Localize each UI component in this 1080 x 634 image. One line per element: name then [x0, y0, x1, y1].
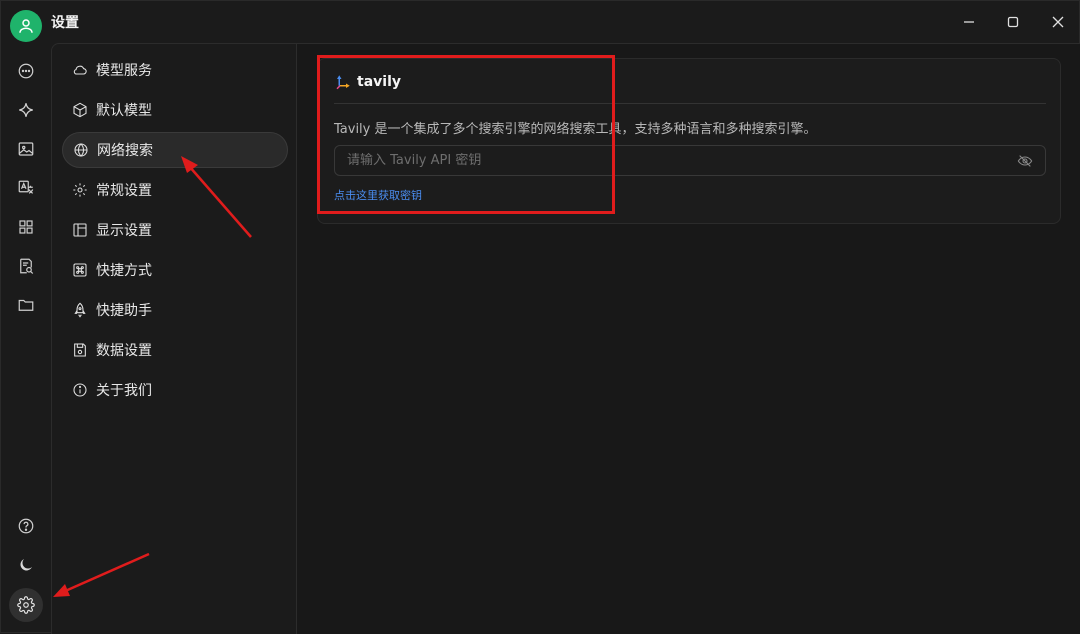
rail-help[interactable]: [11, 511, 41, 541]
settings-window: 设置 模型服务 默认模型 网络搜索 常规设置 显示设置 快捷方式 快捷助手 数据…: [0, 0, 1080, 634]
nav-label: 模型服务: [96, 63, 152, 79]
sparkle-icon: [19, 103, 33, 117]
gear-icon: [73, 183, 87, 197]
command-icon: [73, 263, 87, 277]
cloud-icon: [73, 65, 87, 75]
nav-model-service[interactable]: 模型服务: [62, 52, 288, 88]
nav-shortcuts[interactable]: 快捷方式: [62, 252, 288, 288]
nav-label: 显示设置: [96, 223, 152, 239]
minimize-icon: [964, 21, 974, 23]
avatar[interactable]: [10, 10, 42, 42]
window-title: 设置: [51, 15, 79, 31]
folder-icon: [18, 299, 34, 311]
nav-label: 关于我们: [96, 383, 152, 399]
info-icon: [73, 383, 87, 397]
image-icon: [18, 142, 34, 156]
close-icon: [1052, 16, 1064, 28]
tavily-logo-icon: [336, 75, 350, 90]
minimize-button[interactable]: [954, 9, 984, 35]
rail-files[interactable]: [11, 290, 41, 320]
rail-translate[interactable]: [11, 173, 41, 203]
api-key-field[interactable]: [334, 145, 1046, 176]
help-icon: [18, 518, 34, 534]
doc-search-icon: [20, 258, 34, 274]
nav-quick-assistant[interactable]: 快捷助手: [62, 292, 288, 328]
nav-general-settings[interactable]: 常规设置: [62, 172, 288, 208]
gear-icon: [17, 596, 35, 614]
chat-icon: [18, 63, 34, 79]
rail-images[interactable]: [11, 134, 41, 164]
nav-label: 网络搜索: [97, 143, 153, 159]
layout-icon: [73, 223, 87, 237]
web-search-card: tavily Tavily 是一个集成了多个搜索引擎的网络搜索工具，支持多种语言…: [317, 58, 1061, 224]
nav-web-search[interactable]: 网络搜索: [62, 132, 288, 168]
api-key-input[interactable]: [347, 153, 1017, 168]
save-icon: [74, 343, 86, 357]
nav-label: 快捷助手: [96, 303, 152, 319]
cube-icon: [73, 102, 87, 118]
eye-off-icon[interactable]: [1017, 153, 1033, 169]
nav-about[interactable]: 关于我们: [62, 372, 288, 408]
title-bar: 设置: [1, 1, 1080, 43]
provider-description: Tavily 是一个集成了多个搜索引擎的网络搜索工具，支持多种语言和多种搜索引擎…: [334, 122, 817, 137]
main-panel: tavily Tavily 是一个集成了多个搜索引擎的网络搜索工具，支持多种语言…: [297, 43, 1080, 634]
get-api-key-link[interactable]: 点击这里获取密钥: [334, 187, 422, 203]
rail-theme-toggle[interactable]: [11, 550, 41, 580]
rail-knowledge[interactable]: [11, 251, 41, 281]
nav-label: 默认模型: [96, 103, 152, 119]
rail-agents[interactable]: [11, 95, 41, 125]
divider: [334, 103, 1046, 104]
globe-icon: [74, 143, 88, 157]
icon-rail: [1, 43, 51, 634]
maximize-button[interactable]: [998, 9, 1028, 35]
rail-apps[interactable]: [11, 212, 41, 242]
user-icon: [19, 19, 33, 33]
apps-icon: [19, 220, 33, 234]
moon-icon: [20, 559, 32, 571]
translate-icon: [18, 180, 34, 194]
nav-label: 快捷方式: [96, 263, 152, 279]
provider-name: tavily: [357, 74, 401, 90]
nav-data-settings[interactable]: 数据设置: [62, 332, 288, 368]
close-button[interactable]: [1043, 9, 1073, 35]
nav-label: 常规设置: [96, 183, 152, 199]
nav-default-model[interactable]: 默认模型: [62, 92, 288, 128]
nav-label: 数据设置: [96, 343, 152, 359]
rail-chat[interactable]: [11, 56, 41, 86]
nav-display-settings[interactable]: 显示设置: [62, 212, 288, 248]
rocket-icon: [74, 302, 86, 318]
provider-header: tavily: [334, 73, 401, 91]
settings-nav: 模型服务 默认模型 网络搜索 常规设置 显示设置 快捷方式 快捷助手 数据设置: [51, 43, 297, 634]
rail-settings[interactable]: [9, 588, 43, 622]
maximize-icon: [1007, 16, 1019, 28]
